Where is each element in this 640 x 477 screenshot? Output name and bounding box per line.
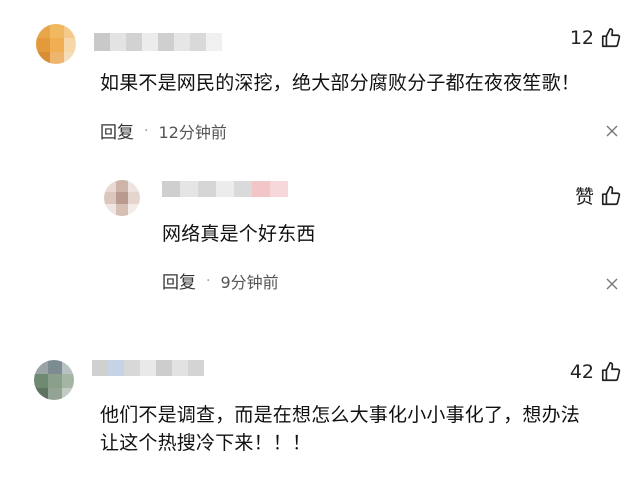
comment-meta: 回复 · 12分钟前: [100, 118, 227, 144]
close-button[interactable]: [606, 278, 618, 290]
like-button[interactable]: 12: [570, 27, 622, 49]
close-icon: [606, 125, 618, 137]
comment-text: 如果不是网民的深挖，绝大部分腐败分子都在夜夜笙歌！: [100, 72, 581, 94]
like-button[interactable]: 赞: [575, 182, 622, 209]
thumbs-up-icon: [601, 362, 621, 382]
separator-dot: ·: [206, 272, 211, 289]
reply-meta: 回复 · 9分钟前: [162, 268, 279, 294]
reply-text: 网络真是个好东西: [162, 223, 316, 245]
close-button[interactable]: [606, 125, 618, 137]
username-blurred[interactable]: [92, 360, 204, 376]
close-icon: [606, 278, 618, 290]
username-blurred[interactable]: [162, 181, 288, 197]
reply-time: 9分钟前: [220, 272, 279, 292]
like-count: 12: [569, 27, 594, 49]
avatar[interactable]: [34, 360, 74, 400]
thumbs-up-icon: [601, 185, 621, 205]
separator-dot: ·: [144, 122, 149, 139]
username-blurred[interactable]: [94, 33, 222, 51]
reply-button[interactable]: 回复: [162, 268, 196, 293]
like-label: 赞: [574, 186, 594, 208]
like-count: 42: [569, 361, 594, 383]
comment-text-line-2: 让这个热搜冷下来！！！: [100, 432, 312, 454]
avatar[interactable]: [36, 24, 76, 64]
reply-button[interactable]: 回复: [100, 118, 134, 143]
comment-time: 12分钟前: [158, 122, 227, 142]
avatar[interactable]: [104, 180, 140, 216]
thumbs-up-icon: [601, 28, 621, 48]
like-button[interactable]: 42: [570, 361, 622, 383]
